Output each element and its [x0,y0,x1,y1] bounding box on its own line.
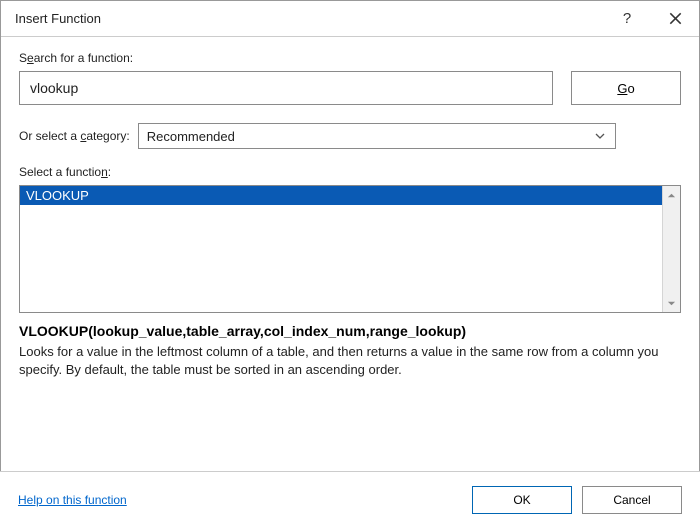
category-label: Or select a category: [19,129,130,143]
footer-buttons: OK Cancel [472,486,682,514]
search-label: Search for a function: [19,51,681,65]
titlebar: Insert Function ? [1,1,699,37]
scroll-up-icon[interactable] [663,186,680,204]
function-signature: VLOOKUP(lookup_value,table_array,col_ind… [19,323,681,339]
search-input[interactable] [19,71,553,105]
window-controls: ? [603,1,699,36]
chevron-down-icon [589,124,611,148]
scrollbar[interactable] [662,186,680,312]
listbox-inner: VLOOKUP [20,186,662,312]
help-link[interactable]: Help on this function [18,493,127,507]
dialog-title: Insert Function [15,11,101,26]
category-select[interactable]: Recommended [138,123,616,149]
close-button[interactable] [651,1,699,36]
go-button[interactable]: Go [571,71,681,105]
select-function-label: Select a function: [19,165,681,179]
category-selected-value: Recommended [147,129,235,144]
dialog-footer: Help on this function OK Cancel [0,471,700,528]
ok-button[interactable]: OK [472,486,572,514]
list-item[interactable]: VLOOKUP [20,186,662,205]
search-row: Go [19,71,681,105]
close-icon [669,12,682,25]
function-description: Looks for a value in the leftmost column… [19,343,681,379]
help-button[interactable]: ? [603,1,651,36]
scroll-down-icon[interactable] [663,294,680,312]
dialog-content: Search for a function: Go Or select a ca… [1,37,699,393]
category-row: Or select a category: Recommended [19,123,681,149]
cancel-button[interactable]: Cancel [582,486,682,514]
function-listbox[interactable]: VLOOKUP [19,185,681,313]
